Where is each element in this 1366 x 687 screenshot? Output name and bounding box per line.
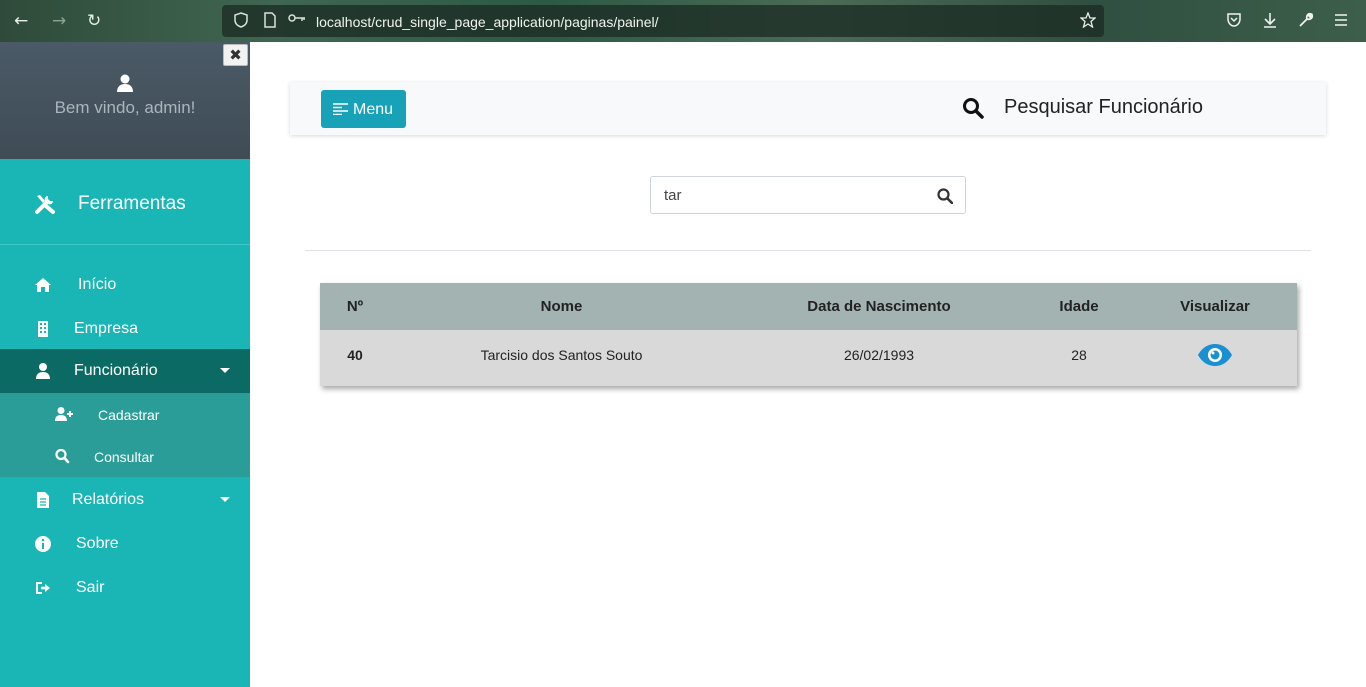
tools-label: Ferramentas <box>78 193 186 214</box>
page-icon <box>264 12 276 32</box>
sidebar-item-label: Sobre <box>76 535 119 552</box>
home-icon <box>35 278 51 292</box>
menu-button-label: Menu <box>353 101 394 118</box>
funcionario-submenu: Cadastrar Consultar <box>0 393 250 477</box>
back-icon[interactable]: ← <box>14 11 28 31</box>
table-header-row: Nº Nome Data de Nascimento Idade Visuali… <box>320 283 1297 330</box>
key-icon <box>288 12 306 28</box>
header-nome: Nome <box>540 298 583 315</box>
header-num: Nº <box>346 298 364 315</box>
tools-section[interactable]: Ferramentas <box>0 159 250 245</box>
address-bar[interactable]: localhost/crud_single_page_application/p… <box>222 5 1104 37</box>
cell-nascimento: 26/02/1993 <box>843 347 915 363</box>
menu-button[interactable]: Menu <box>321 90 406 128</box>
user-icon <box>117 74 133 92</box>
results-table: Nº Nome Data de Nascimento Idade Visuali… <box>320 283 1297 386</box>
sidebar-item-sair[interactable]: Sair <box>0 566 250 610</box>
top-navbar: Menu Pesquisar Funcionário <box>290 82 1326 135</box>
sidebar-item-empresa[interactable]: Empresa <box>0 307 250 351</box>
table-row: 40 Tarcisio dos Santos Souto 26/02/1993 … <box>320 330 1297 386</box>
sign-out-icon <box>36 582 50 594</box>
page-title: Pesquisar Funcionário <box>1004 96 1203 118</box>
sidebar-item-label: Empresa <box>74 320 139 337</box>
cell-visualizar <box>1133 330 1297 386</box>
cell-nome: Tarcisio dos Santos Souto <box>480 347 643 363</box>
header-nascimento: Data de Nascimento <box>807 298 951 315</box>
shield-icon <box>234 12 248 32</box>
submenu-item-label: Cadastrar <box>98 407 160 423</box>
hamburger-menu-icon[interactable] <box>1334 12 1348 32</box>
file-icon <box>37 492 49 508</box>
reload-icon[interactable]: ↻ <box>87 11 101 31</box>
sidebar-header: ✖ Bem vindo, admin! <box>0 42 250 159</box>
sidebar-item-label: Início <box>78 276 117 293</box>
user-icon <box>36 363 50 379</box>
info-icon <box>35 536 51 552</box>
download-icon[interactable] <box>1262 12 1278 34</box>
close-sidebar-button[interactable]: ✖ <box>223 44 248 66</box>
wrench-icon[interactable] <box>1298 12 1314 33</box>
search-icon <box>55 448 70 464</box>
pocket-icon[interactable] <box>1226 12 1242 33</box>
submenu-item-label: Consultar <box>94 449 154 465</box>
header-idade: Idade <box>1059 298 1099 315</box>
user-plus-icon <box>55 407 73 421</box>
sidebar-item-funcionario[interactable]: Funcionário <box>0 349 250 393</box>
search-input[interactable] <box>652 178 922 212</box>
chevron-down-icon <box>220 368 230 373</box>
sidebar: ✖ Bem vindo, admin! Ferramentas Início E <box>0 42 250 687</box>
browser-toolbar: ← → ↻ localhost/crud_single_page_applica… <box>0 0 1366 42</box>
eye-icon[interactable] <box>1197 343 1233 367</box>
cell-num: 40 <box>347 347 363 363</box>
url-text[interactable]: localhost/crud_single_page_application/p… <box>316 14 658 30</box>
divider <box>305 250 1311 251</box>
header-visualizar: Visualizar <box>1180 298 1250 315</box>
forward-icon[interactable]: → <box>52 11 66 31</box>
submenu-item-consultar[interactable]: Consultar <box>0 435 250 477</box>
sidebar-item-sobre[interactable]: Sobre <box>0 522 250 566</box>
welcome-text: Bem vindo, admin! <box>54 98 196 117</box>
building-icon <box>38 321 48 337</box>
chevron-down-icon <box>220 497 230 502</box>
search-icon[interactable] <box>937 188 953 204</box>
sidebar-item-relatorios[interactable]: Relatórios <box>0 478 250 522</box>
search-icon <box>963 98 984 119</box>
search-field <box>650 176 966 214</box>
sidebar-item-label: Sair <box>76 579 105 596</box>
cell-idade: 28 <box>1071 347 1087 363</box>
submenu-item-cadastrar[interactable]: Cadastrar <box>0 393 250 435</box>
sidebar-item-inicio[interactable]: Início <box>0 263 250 307</box>
tools-icon <box>35 195 55 214</box>
align-left-icon <box>333 103 348 115</box>
bookmark-star-icon[interactable] <box>1079 11 1097 32</box>
sidebar-item-label: Funcionário <box>74 362 158 379</box>
sidebar-item-label: Relatórios <box>72 491 145 508</box>
